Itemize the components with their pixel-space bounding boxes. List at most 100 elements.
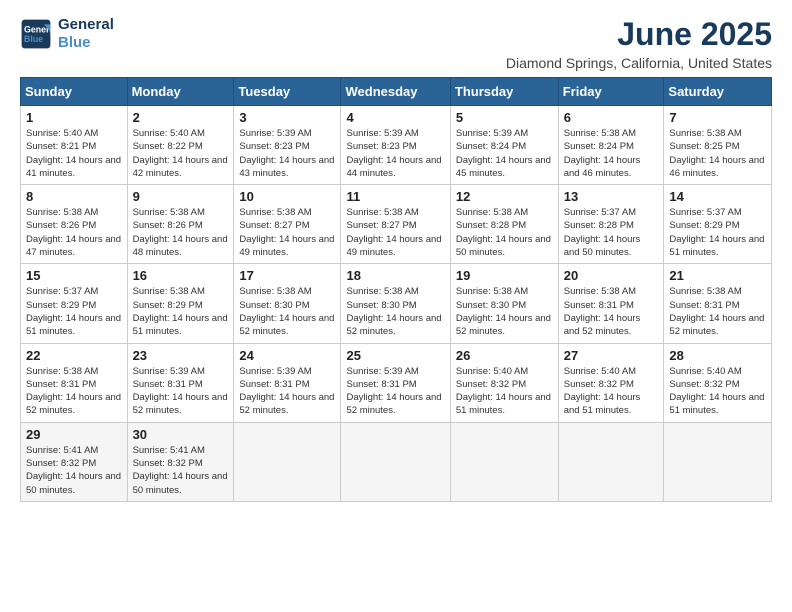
calendar-cell: 8 Sunrise: 5:38 AMSunset: 8:26 PMDayligh… bbox=[21, 185, 128, 264]
calendar-week-row: 29 Sunrise: 5:41 AMSunset: 8:32 PMDaylig… bbox=[21, 422, 772, 501]
day-number: 28 bbox=[669, 348, 766, 363]
month-title: June 2025 bbox=[506, 16, 772, 53]
cell-info: Sunrise: 5:39 AMSunset: 8:31 PMDaylight:… bbox=[133, 366, 228, 417]
cell-info: Sunrise: 5:40 AMSunset: 8:21 PMDaylight:… bbox=[26, 128, 121, 179]
calendar-cell: 13 Sunrise: 5:37 AMSunset: 8:28 PMDaylig… bbox=[558, 185, 664, 264]
day-number: 7 bbox=[669, 110, 766, 125]
calendar-cell: 10 Sunrise: 5:38 AMSunset: 8:27 PMDaylig… bbox=[234, 185, 341, 264]
cell-info: Sunrise: 5:37 AMSunset: 8:29 PMDaylight:… bbox=[26, 286, 121, 337]
day-number: 20 bbox=[564, 268, 659, 283]
cell-info: Sunrise: 5:40 AMSunset: 8:32 PMDaylight:… bbox=[669, 366, 764, 417]
cell-info: Sunrise: 5:38 AMSunset: 8:31 PMDaylight:… bbox=[564, 286, 641, 337]
title-area: June 2025 Diamond Springs, California, U… bbox=[506, 16, 772, 71]
col-wednesday: Wednesday bbox=[341, 78, 450, 106]
cell-info: Sunrise: 5:38 AMSunset: 8:30 PMDaylight:… bbox=[239, 286, 334, 337]
day-number: 11 bbox=[346, 189, 444, 204]
calendar-cell: 2 Sunrise: 5:40 AMSunset: 8:22 PMDayligh… bbox=[127, 106, 234, 185]
calendar-cell: 24 Sunrise: 5:39 AMSunset: 8:31 PMDaylig… bbox=[234, 343, 341, 422]
calendar-cell: 9 Sunrise: 5:38 AMSunset: 8:26 PMDayligh… bbox=[127, 185, 234, 264]
calendar-cell: 21 Sunrise: 5:38 AMSunset: 8:31 PMDaylig… bbox=[664, 264, 772, 343]
col-tuesday: Tuesday bbox=[234, 78, 341, 106]
calendar-cell: 23 Sunrise: 5:39 AMSunset: 8:31 PMDaylig… bbox=[127, 343, 234, 422]
calendar-cell bbox=[664, 422, 772, 501]
calendar-cell: 14 Sunrise: 5:37 AMSunset: 8:29 PMDaylig… bbox=[664, 185, 772, 264]
calendar-week-row: 1 Sunrise: 5:40 AMSunset: 8:21 PMDayligh… bbox=[21, 106, 772, 185]
calendar-cell: 4 Sunrise: 5:39 AMSunset: 8:23 PMDayligh… bbox=[341, 106, 450, 185]
logo-text: General Blue bbox=[58, 16, 114, 52]
calendar-cell: 6 Sunrise: 5:38 AMSunset: 8:24 PMDayligh… bbox=[558, 106, 664, 185]
day-number: 25 bbox=[346, 348, 444, 363]
calendar-cell: 30 Sunrise: 5:41 AMSunset: 8:32 PMDaylig… bbox=[127, 422, 234, 501]
calendar-cell: 25 Sunrise: 5:39 AMSunset: 8:31 PMDaylig… bbox=[341, 343, 450, 422]
calendar-cell bbox=[450, 422, 558, 501]
cell-info: Sunrise: 5:39 AMSunset: 8:23 PMDaylight:… bbox=[346, 128, 441, 179]
logo-icon: General Blue bbox=[20, 18, 52, 50]
cell-info: Sunrise: 5:41 AMSunset: 8:32 PMDaylight:… bbox=[133, 445, 228, 496]
day-number: 14 bbox=[669, 189, 766, 204]
cell-info: Sunrise: 5:40 AMSunset: 8:32 PMDaylight:… bbox=[456, 366, 551, 417]
calendar-week-row: 8 Sunrise: 5:38 AMSunset: 8:26 PMDayligh… bbox=[21, 185, 772, 264]
cell-info: Sunrise: 5:40 AMSunset: 8:32 PMDaylight:… bbox=[564, 366, 641, 417]
cell-info: Sunrise: 5:38 AMSunset: 8:31 PMDaylight:… bbox=[669, 286, 764, 337]
calendar-cell: 16 Sunrise: 5:38 AMSunset: 8:29 PMDaylig… bbox=[127, 264, 234, 343]
cell-info: Sunrise: 5:38 AMSunset: 8:28 PMDaylight:… bbox=[456, 207, 551, 258]
calendar-cell: 11 Sunrise: 5:38 AMSunset: 8:27 PMDaylig… bbox=[341, 185, 450, 264]
calendar-cell: 17 Sunrise: 5:38 AMSunset: 8:30 PMDaylig… bbox=[234, 264, 341, 343]
day-number: 19 bbox=[456, 268, 553, 283]
cell-info: Sunrise: 5:38 AMSunset: 8:30 PMDaylight:… bbox=[346, 286, 441, 337]
cell-info: Sunrise: 5:39 AMSunset: 8:24 PMDaylight:… bbox=[456, 128, 551, 179]
header: General Blue General Blue June 2025 Diam… bbox=[20, 16, 772, 71]
logo-line2: Blue bbox=[58, 34, 114, 52]
calendar-week-row: 22 Sunrise: 5:38 AMSunset: 8:31 PMDaylig… bbox=[21, 343, 772, 422]
col-monday: Monday bbox=[127, 78, 234, 106]
day-number: 12 bbox=[456, 189, 553, 204]
col-friday: Friday bbox=[558, 78, 664, 106]
cell-info: Sunrise: 5:38 AMSunset: 8:25 PMDaylight:… bbox=[669, 128, 764, 179]
day-number: 15 bbox=[26, 268, 122, 283]
col-sunday: Sunday bbox=[21, 78, 128, 106]
calendar-cell bbox=[234, 422, 341, 501]
calendar-cell: 3 Sunrise: 5:39 AMSunset: 8:23 PMDayligh… bbox=[234, 106, 341, 185]
calendar-cell: 1 Sunrise: 5:40 AMSunset: 8:21 PMDayligh… bbox=[21, 106, 128, 185]
calendar-cell: 7 Sunrise: 5:38 AMSunset: 8:25 PMDayligh… bbox=[664, 106, 772, 185]
calendar: Sunday Monday Tuesday Wednesday Thursday… bbox=[20, 77, 772, 502]
cell-info: Sunrise: 5:39 AMSunset: 8:31 PMDaylight:… bbox=[239, 366, 334, 417]
day-number: 16 bbox=[133, 268, 229, 283]
cell-info: Sunrise: 5:38 AMSunset: 8:31 PMDaylight:… bbox=[26, 366, 121, 417]
day-number: 3 bbox=[239, 110, 335, 125]
calendar-cell bbox=[341, 422, 450, 501]
logo-line1: General bbox=[58, 16, 114, 34]
cell-info: Sunrise: 5:38 AMSunset: 8:24 PMDaylight:… bbox=[564, 128, 641, 179]
calendar-cell: 29 Sunrise: 5:41 AMSunset: 8:32 PMDaylig… bbox=[21, 422, 128, 501]
day-number: 6 bbox=[564, 110, 659, 125]
cell-info: Sunrise: 5:38 AMSunset: 8:27 PMDaylight:… bbox=[346, 207, 441, 258]
calendar-cell: 20 Sunrise: 5:38 AMSunset: 8:31 PMDaylig… bbox=[558, 264, 664, 343]
calendar-cell: 12 Sunrise: 5:38 AMSunset: 8:28 PMDaylig… bbox=[450, 185, 558, 264]
calendar-cell: 19 Sunrise: 5:38 AMSunset: 8:30 PMDaylig… bbox=[450, 264, 558, 343]
calendar-week-row: 15 Sunrise: 5:37 AMSunset: 8:29 PMDaylig… bbox=[21, 264, 772, 343]
cell-info: Sunrise: 5:37 AMSunset: 8:29 PMDaylight:… bbox=[669, 207, 764, 258]
day-number: 29 bbox=[26, 427, 122, 442]
day-number: 30 bbox=[133, 427, 229, 442]
calendar-cell: 26 Sunrise: 5:40 AMSunset: 8:32 PMDaylig… bbox=[450, 343, 558, 422]
cell-info: Sunrise: 5:38 AMSunset: 8:30 PMDaylight:… bbox=[456, 286, 551, 337]
day-number: 23 bbox=[133, 348, 229, 363]
day-number: 21 bbox=[669, 268, 766, 283]
day-number: 17 bbox=[239, 268, 335, 283]
day-number: 9 bbox=[133, 189, 229, 204]
day-number: 5 bbox=[456, 110, 553, 125]
day-number: 8 bbox=[26, 189, 122, 204]
location-title: Diamond Springs, California, United Stat… bbox=[506, 55, 772, 71]
calendar-cell: 5 Sunrise: 5:39 AMSunset: 8:24 PMDayligh… bbox=[450, 106, 558, 185]
calendar-cell: 15 Sunrise: 5:37 AMSunset: 8:29 PMDaylig… bbox=[21, 264, 128, 343]
day-number: 10 bbox=[239, 189, 335, 204]
cell-info: Sunrise: 5:37 AMSunset: 8:28 PMDaylight:… bbox=[564, 207, 641, 258]
calendar-cell: 22 Sunrise: 5:38 AMSunset: 8:31 PMDaylig… bbox=[21, 343, 128, 422]
calendar-cell: 28 Sunrise: 5:40 AMSunset: 8:32 PMDaylig… bbox=[664, 343, 772, 422]
calendar-cell: 18 Sunrise: 5:38 AMSunset: 8:30 PMDaylig… bbox=[341, 264, 450, 343]
cell-info: Sunrise: 5:41 AMSunset: 8:32 PMDaylight:… bbox=[26, 445, 121, 496]
day-number: 27 bbox=[564, 348, 659, 363]
day-number: 4 bbox=[346, 110, 444, 125]
cell-info: Sunrise: 5:38 AMSunset: 8:27 PMDaylight:… bbox=[239, 207, 334, 258]
day-number: 2 bbox=[133, 110, 229, 125]
